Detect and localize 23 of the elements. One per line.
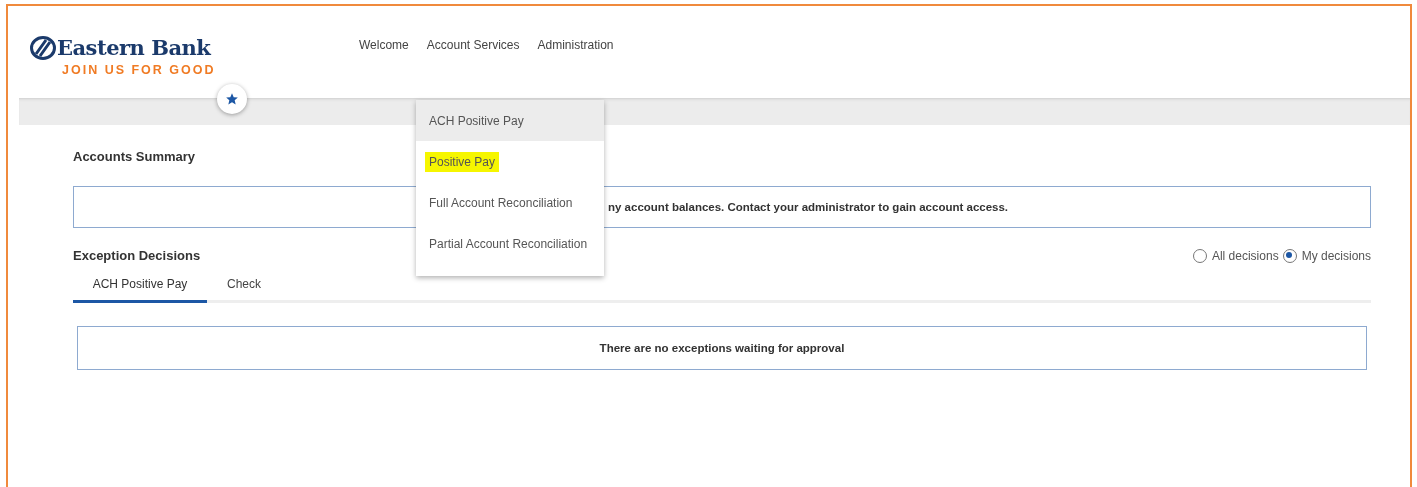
message-text: ny account balances. Contact your administrator to gain account access.: [608, 201, 1009, 213]
tab[interactable]: Check: [207, 269, 281, 303]
menu-item[interactable]: Partial Account Reconciliation: [416, 223, 604, 264]
favorites-button[interactable]: [217, 84, 247, 114]
logo-mark-icon: [30, 35, 56, 60]
nav-link[interactable]: Welcome: [359, 38, 409, 52]
star-icon: [225, 92, 239, 106]
logo[interactable]: Eastern Bank JOIN US FOR GOOD: [30, 35, 335, 77]
logo-name: Eastern Bank: [57, 35, 211, 60]
nav-link[interactable]: Account Services: [426, 38, 520, 52]
tab[interactable]: ACH Positive Pay: [73, 269, 207, 303]
menu-item[interactable]: ACH Positive Pay: [416, 100, 604, 141]
logo-tagline: JOIN US FOR GOOD: [62, 63, 217, 77]
radio-option[interactable]: My decisions: [1282, 248, 1371, 263]
menu-item[interactable]: Full Account Reconciliation: [416, 182, 604, 223]
radio-label: All decisions: [1211, 248, 1279, 263]
nav-link[interactable]: Administration: [537, 38, 614, 52]
message-text: There are no exceptions waiting for approval: [599, 342, 845, 354]
section-title: Exception Decisions: [73, 248, 201, 263]
menu-item[interactable]: Positive Pay: [416, 141, 604, 182]
radio-label: My decisions: [1301, 248, 1371, 263]
section-title: Accounts Summary: [73, 149, 196, 164]
radio-option[interactable]: All decisions: [1192, 248, 1279, 263]
